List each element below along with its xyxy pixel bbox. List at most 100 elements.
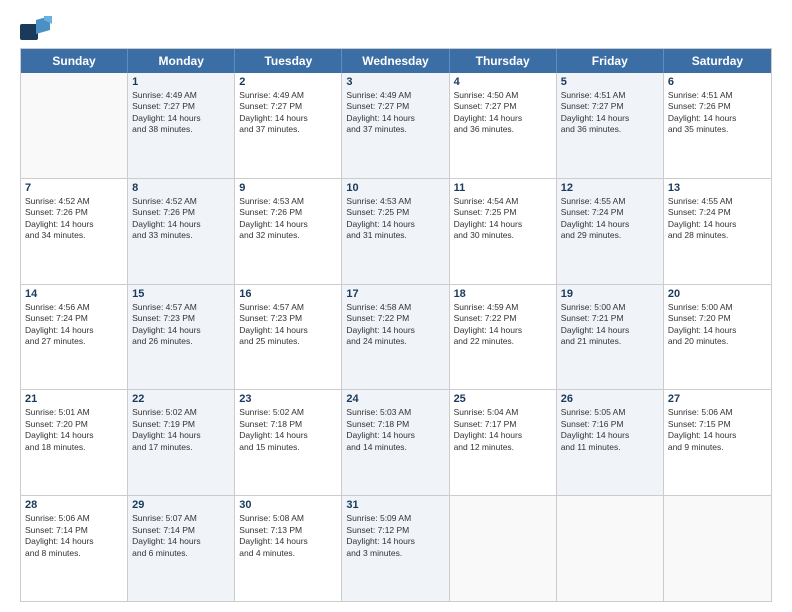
daylight-text: Daylight: 14 hours bbox=[132, 113, 230, 124]
sunrise-text: Sunrise: 4:57 AM bbox=[132, 302, 230, 313]
day-number: 3 bbox=[346, 76, 444, 88]
calendar-cell: 9 Sunrise: 4:53 AM Sunset: 7:26 PM Dayli… bbox=[235, 179, 342, 284]
calendar-cell: 15 Sunrise: 4:57 AM Sunset: 7:23 PM Dayl… bbox=[128, 285, 235, 390]
sunrise-text: Sunrise: 4:55 AM bbox=[668, 196, 767, 207]
daylight-minutes: and 37 minutes. bbox=[346, 124, 444, 135]
day-number: 4 bbox=[454, 76, 552, 88]
daylight-minutes: and 24 minutes. bbox=[346, 336, 444, 347]
daylight-minutes: and 27 minutes. bbox=[25, 336, 123, 347]
day-header-friday: Friday bbox=[557, 49, 664, 73]
calendar-cell: 11 Sunrise: 4:54 AM Sunset: 7:25 PM Dayl… bbox=[450, 179, 557, 284]
sunrise-text: Sunrise: 4:49 AM bbox=[239, 90, 337, 101]
daylight-text: Daylight: 14 hours bbox=[132, 536, 230, 547]
sunrise-text: Sunrise: 4:49 AM bbox=[132, 90, 230, 101]
sunset-text: Sunset: 7:27 PM bbox=[346, 101, 444, 112]
daylight-text: Daylight: 14 hours bbox=[239, 219, 337, 230]
calendar-cell: 4 Sunrise: 4:50 AM Sunset: 7:27 PM Dayli… bbox=[450, 73, 557, 178]
daylight-minutes: and 12 minutes. bbox=[454, 442, 552, 453]
day-number: 29 bbox=[132, 499, 230, 511]
calendar-cell: 19 Sunrise: 5:00 AM Sunset: 7:21 PM Dayl… bbox=[557, 285, 664, 390]
sunrise-text: Sunrise: 4:55 AM bbox=[561, 196, 659, 207]
calendar-cell: 2 Sunrise: 4:49 AM Sunset: 7:27 PM Dayli… bbox=[235, 73, 342, 178]
calendar-cell: 29 Sunrise: 5:07 AM Sunset: 7:14 PM Dayl… bbox=[128, 496, 235, 601]
sunset-text: Sunset: 7:21 PM bbox=[561, 313, 659, 324]
day-number: 11 bbox=[454, 182, 552, 194]
day-number: 25 bbox=[454, 393, 552, 405]
daylight-minutes: and 37 minutes. bbox=[239, 124, 337, 135]
daylight-text: Daylight: 14 hours bbox=[239, 430, 337, 441]
calendar-cell: 27 Sunrise: 5:06 AM Sunset: 7:15 PM Dayl… bbox=[664, 390, 771, 495]
calendar-week-5: 28 Sunrise: 5:06 AM Sunset: 7:14 PM Dayl… bbox=[21, 496, 771, 601]
daylight-text: Daylight: 14 hours bbox=[346, 536, 444, 547]
header bbox=[20, 16, 772, 40]
daylight-text: Daylight: 14 hours bbox=[346, 113, 444, 124]
calendar-cell: 13 Sunrise: 4:55 AM Sunset: 7:24 PM Dayl… bbox=[664, 179, 771, 284]
calendar-cell: 23 Sunrise: 5:02 AM Sunset: 7:18 PM Dayl… bbox=[235, 390, 342, 495]
daylight-text: Daylight: 14 hours bbox=[132, 325, 230, 336]
day-number: 1 bbox=[132, 76, 230, 88]
calendar-cell: 16 Sunrise: 4:57 AM Sunset: 7:23 PM Dayl… bbox=[235, 285, 342, 390]
daylight-minutes: and 36 minutes. bbox=[561, 124, 659, 135]
calendar-week-4: 21 Sunrise: 5:01 AM Sunset: 7:20 PM Dayl… bbox=[21, 390, 771, 496]
daylight-text: Daylight: 14 hours bbox=[454, 325, 552, 336]
daylight-minutes: and 30 minutes. bbox=[454, 230, 552, 241]
calendar-cell bbox=[664, 496, 771, 601]
daylight-minutes: and 3 minutes. bbox=[346, 548, 444, 559]
day-number: 30 bbox=[239, 499, 337, 511]
sunset-text: Sunset: 7:13 PM bbox=[239, 525, 337, 536]
day-header-tuesday: Tuesday bbox=[235, 49, 342, 73]
day-number: 28 bbox=[25, 499, 123, 511]
daylight-minutes: and 25 minutes. bbox=[239, 336, 337, 347]
sunrise-text: Sunrise: 5:06 AM bbox=[668, 407, 767, 418]
daylight-minutes: and 17 minutes. bbox=[132, 442, 230, 453]
calendar-cell: 21 Sunrise: 5:01 AM Sunset: 7:20 PM Dayl… bbox=[21, 390, 128, 495]
sunrise-text: Sunrise: 4:52 AM bbox=[25, 196, 123, 207]
sunset-text: Sunset: 7:22 PM bbox=[454, 313, 552, 324]
sunset-text: Sunset: 7:25 PM bbox=[454, 207, 552, 218]
sunset-text: Sunset: 7:24 PM bbox=[25, 313, 123, 324]
daylight-text: Daylight: 14 hours bbox=[239, 325, 337, 336]
day-header-monday: Monday bbox=[128, 49, 235, 73]
calendar-cell: 8 Sunrise: 4:52 AM Sunset: 7:26 PM Dayli… bbox=[128, 179, 235, 284]
daylight-text: Daylight: 14 hours bbox=[454, 430, 552, 441]
day-number: 19 bbox=[561, 288, 659, 300]
sunrise-text: Sunrise: 5:08 AM bbox=[239, 513, 337, 524]
daylight-minutes: and 36 minutes. bbox=[454, 124, 552, 135]
sunrise-text: Sunrise: 4:51 AM bbox=[561, 90, 659, 101]
daylight-minutes: and 18 minutes. bbox=[25, 442, 123, 453]
calendar-cell bbox=[450, 496, 557, 601]
sunrise-text: Sunrise: 4:53 AM bbox=[346, 196, 444, 207]
calendar-week-2: 7 Sunrise: 4:52 AM Sunset: 7:26 PM Dayli… bbox=[21, 179, 771, 285]
daylight-text: Daylight: 14 hours bbox=[668, 430, 767, 441]
day-number: 31 bbox=[346, 499, 444, 511]
calendar-week-3: 14 Sunrise: 4:56 AM Sunset: 7:24 PM Dayl… bbox=[21, 285, 771, 391]
day-number: 27 bbox=[668, 393, 767, 405]
sunrise-text: Sunrise: 5:09 AM bbox=[346, 513, 444, 524]
sunset-text: Sunset: 7:15 PM bbox=[668, 419, 767, 430]
daylight-minutes: and 4 minutes. bbox=[239, 548, 337, 559]
calendar-cell: 24 Sunrise: 5:03 AM Sunset: 7:18 PM Dayl… bbox=[342, 390, 449, 495]
sunset-text: Sunset: 7:12 PM bbox=[346, 525, 444, 536]
sunrise-text: Sunrise: 4:54 AM bbox=[454, 196, 552, 207]
sunrise-text: Sunrise: 4:58 AM bbox=[346, 302, 444, 313]
day-number: 5 bbox=[561, 76, 659, 88]
calendar-cell: 25 Sunrise: 5:04 AM Sunset: 7:17 PM Dayl… bbox=[450, 390, 557, 495]
day-header-thursday: Thursday bbox=[450, 49, 557, 73]
calendar-header: SundayMondayTuesdayWednesdayThursdayFrid… bbox=[21, 49, 771, 73]
calendar-cell bbox=[557, 496, 664, 601]
sunrise-text: Sunrise: 5:02 AM bbox=[239, 407, 337, 418]
calendar-cell: 30 Sunrise: 5:08 AM Sunset: 7:13 PM Dayl… bbox=[235, 496, 342, 601]
daylight-text: Daylight: 14 hours bbox=[25, 536, 123, 547]
sunrise-text: Sunrise: 4:52 AM bbox=[132, 196, 230, 207]
day-number: 9 bbox=[239, 182, 337, 194]
day-number: 15 bbox=[132, 288, 230, 300]
day-number: 18 bbox=[454, 288, 552, 300]
daylight-minutes: and 35 minutes. bbox=[668, 124, 767, 135]
page: SundayMondayTuesdayWednesdayThursdayFrid… bbox=[0, 0, 792, 612]
day-number: 2 bbox=[239, 76, 337, 88]
daylight-text: Daylight: 14 hours bbox=[561, 325, 659, 336]
sunset-text: Sunset: 7:26 PM bbox=[239, 207, 337, 218]
sunset-text: Sunset: 7:18 PM bbox=[239, 419, 337, 430]
sunset-text: Sunset: 7:16 PM bbox=[561, 419, 659, 430]
day-header-sunday: Sunday bbox=[21, 49, 128, 73]
